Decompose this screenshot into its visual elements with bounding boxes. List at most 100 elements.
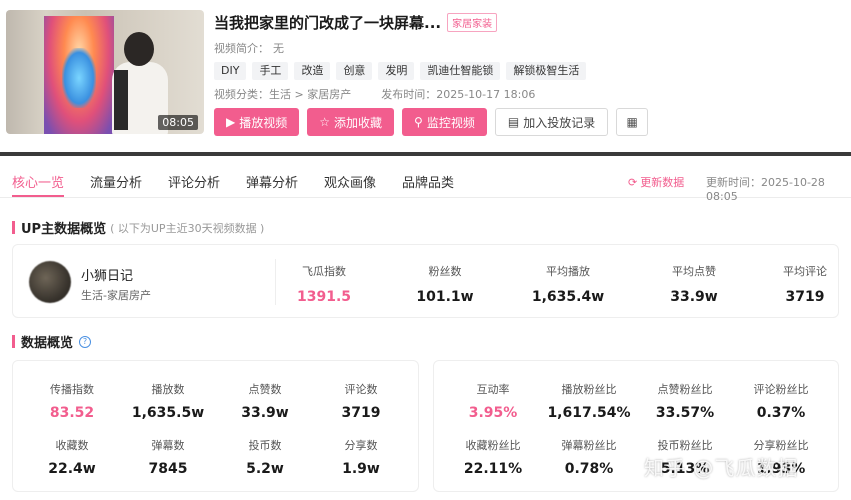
video-title-row: 当我把家里的门改成了一块屏幕... 家居家装 (214, 12, 498, 33)
refresh-data-button[interactable]: ⟳ 更新数据 (628, 174, 684, 190)
up-card-separator (275, 259, 276, 305)
data-section-header: 数据概览 ? (12, 332, 92, 351)
stat-play-fan-ratio: 播放粉丝比 1,617.54% (544, 381, 634, 421)
up-stat-feigua-index: 飞瓜指数 1391.5 (279, 263, 369, 305)
tab-danmaku-analysis[interactable]: 弹幕分析 (246, 172, 298, 191)
stat-favorite-count: 收藏数 22.4w (27, 437, 117, 477)
section-accent-bar (12, 221, 15, 234)
video-publish-time: 发布时间：2025-10-17 18:06 (381, 86, 535, 102)
tab-audience-profile[interactable]: 观众画像 (324, 172, 376, 191)
up-section-header: UP主数据概览 ( 以下为UP主近30天视频数据 ) (12, 218, 264, 237)
qr-code-button[interactable]: ▦ (616, 108, 649, 136)
stat-value: 1,617.54% (547, 405, 631, 421)
stat-label: 收藏粉丝比 (465, 439, 521, 452)
video-tag[interactable]: 改造 (294, 62, 331, 80)
video-tag[interactable]: 解锁极智生活 (506, 62, 587, 80)
play-icon: ▶ (226, 115, 236, 129)
stat-label: 互动率 (476, 383, 510, 396)
stat-danmaku-count: 弹幕数 7845 (123, 437, 213, 477)
video-title[interactable]: 当我把家里的门改成了一块屏幕... (214, 12, 441, 33)
video-tag[interactable]: 发明 (378, 62, 415, 80)
stat-share-count: 分享数 1.9w (316, 437, 406, 477)
stat-label: 投币粉丝比 (657, 439, 713, 452)
video-actions: ▶ 播放视频 ☆ 添加收藏 ⚲ 监控视频 ▤ 加入投放记录 ▦ (214, 108, 649, 136)
watermark: 知乎 @飞瓜数据 (644, 456, 799, 480)
stat-label: 点赞粉丝比 (657, 383, 713, 396)
tab-core-overview[interactable]: 核心一览 (12, 172, 64, 191)
stat-label: 播放粉丝比 (561, 383, 617, 396)
stat-value: 33.9w (241, 405, 289, 421)
video-header: 08:05 当我把家里的门改成了一块屏幕... 家居家装 视频简介： 无 DIY … (0, 0, 851, 150)
video-category: 视频分类：生活 > 家居房产 (214, 86, 351, 102)
update-time: 更新时间：2025-10-28 08:05 (706, 176, 825, 203)
stat-value: 0.78% (564, 461, 614, 477)
qr-code-icon: ▦ (626, 115, 638, 129)
stat-label: 粉丝数 (428, 265, 462, 278)
add-favorite-button[interactable]: ☆ 添加收藏 (307, 108, 395, 136)
video-tag[interactable]: 手工 (252, 62, 289, 80)
stat-label: 平均点赞 (672, 265, 716, 278)
stat-coin-count: 投币数 5.2w (220, 437, 310, 477)
document-icon: ▤ (507, 115, 520, 129)
help-icon[interactable]: ? (79, 335, 92, 348)
data-overview-left: 传播指数 83.52 播放数 1,635.5w 点赞数 33.9w 评论数 37… (12, 360, 419, 492)
stat-value: 22.11% (463, 461, 523, 477)
play-video-button[interactable]: ▶ 播放视频 (214, 108, 300, 136)
video-publish-value: 2025-10-17 18:06 (436, 88, 536, 101)
stat-interaction-rate: 互动率 3.95% (448, 381, 538, 421)
monitor-video-button[interactable]: ⚲ 监控视频 (402, 108, 487, 136)
video-tag[interactable]: 创意 (336, 62, 373, 80)
stat-value: 3.95% (468, 405, 518, 421)
stat-value: 101.1w (416, 289, 474, 305)
star-icon: ☆ (319, 115, 331, 129)
stat-like-fan-ratio: 点赞粉丝比 33.57% (640, 381, 730, 421)
up-stat-avg-play: 平均播放 1,635.4w (523, 263, 613, 305)
video-category-value: 生活 > 家居房产 (269, 88, 352, 101)
stat-value: 33.57% (655, 405, 715, 421)
add-record-label: 加入投放记录 (523, 115, 596, 130)
section-accent-bar (12, 335, 15, 348)
avatar[interactable] (29, 261, 71, 303)
video-intro-label: 视频简介： (214, 42, 269, 55)
stat-value: 3719 (785, 289, 825, 305)
up-name[interactable]: 小狮日记 (81, 265, 133, 284)
analysis-tabs: 核心一览 流量分析 评论分析 弹幕分析 观众画像 品牌品类 ⟳ 更新数据 更新时… (0, 158, 851, 203)
stat-value: 5.2w (246, 461, 284, 477)
add-favorite-label: 添加收藏 (334, 115, 383, 130)
stat-comment-count: 评论数 3719 (316, 381, 406, 421)
stat-play-count: 播放数 1,635.5w (123, 381, 213, 421)
stat-label: 弹幕数 (151, 439, 185, 452)
video-publish-label: 发布时间： (381, 88, 437, 101)
stat-label: 评论粉丝比 (753, 383, 809, 396)
video-intro-value: 无 (273, 42, 284, 55)
stat-value: 33.9w (670, 289, 718, 305)
stat-value: 3719 (341, 405, 381, 421)
tab-traffic-analysis[interactable]: 流量分析 (90, 172, 142, 191)
stat-label: 平均评论 (783, 265, 827, 278)
up-stat-avg-comments: 平均评论 3719 (760, 263, 850, 305)
stat-comment-fan-ratio: 评论粉丝比 0.37% (736, 381, 826, 421)
video-thumbnail[interactable]: 08:05 (6, 10, 204, 134)
stat-like-count: 点赞数 33.9w (220, 381, 310, 421)
video-category-label: 视频分类： (214, 88, 269, 101)
stat-value: 1.9w (342, 461, 380, 477)
up-section-subtitle: ( 以下为UP主近30天视频数据 ) (110, 221, 265, 235)
up-card: 小狮日记 生活-家居房产 飞瓜指数 1391.5 粉丝数 101.1w 平均播放… (12, 244, 839, 318)
video-tags: DIY 手工 改造 创意 发明 凯迪仕智能锁 解锁极智生活 (214, 62, 587, 80)
stat-value: 83.52 (49, 405, 95, 421)
tab-brand-category[interactable]: 品牌品类 (402, 172, 454, 191)
up-section-title: UP主数据概览 (21, 222, 107, 237)
stat-label: 播放数 (151, 383, 185, 396)
add-record-button[interactable]: ▤ 加入投放记录 (494, 108, 609, 136)
tab-comment-analysis[interactable]: 评论分析 (168, 172, 220, 191)
stat-label: 分享数 (344, 439, 378, 452)
stat-label: 投币数 (248, 439, 282, 452)
video-tag[interactable]: 凯迪仕智能锁 (420, 62, 501, 80)
stat-value: 1391.5 (296, 289, 352, 305)
stat-label: 点赞数 (248, 383, 282, 396)
stat-value: 7845 (148, 461, 188, 477)
video-tag[interactable]: DIY (214, 62, 247, 80)
refresh-icon: ⟳ (628, 175, 638, 189)
stat-label: 弹幕粉丝比 (561, 439, 617, 452)
thumbnail-door-screen (44, 16, 114, 134)
